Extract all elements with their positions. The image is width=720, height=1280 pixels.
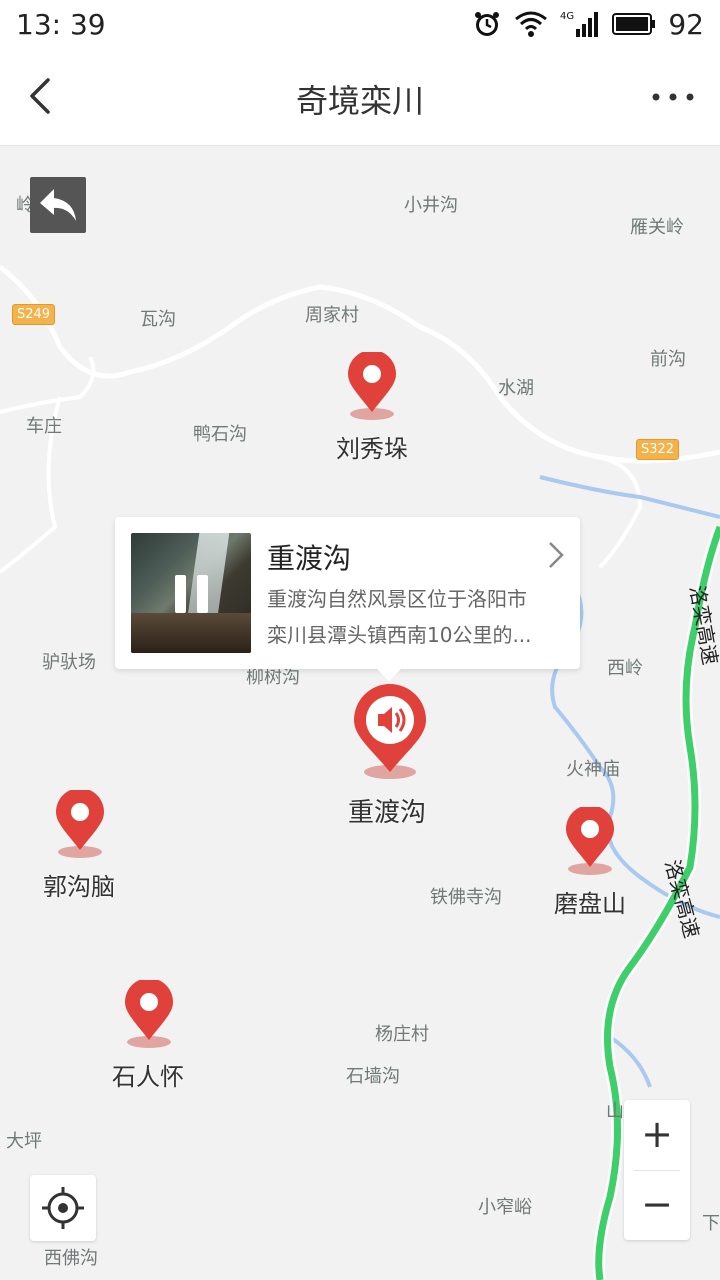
crosshair-icon <box>42 1187 84 1229</box>
zoom-in-button[interactable]: + <box>624 1100 690 1170</box>
signal-icon: 4G <box>560 11 599 37</box>
place-label: 水湖 <box>498 378 534 399</box>
place-label: 鸭石沟 <box>193 424 247 445</box>
status-time: 13: 39 <box>16 7 106 41</box>
zoom-control: + − <box>624 1100 690 1240</box>
place-label: 小窄峪 <box>478 1197 532 1218</box>
place-label: 西岭 <box>607 658 643 679</box>
pin-label[interactable]: 刘秀垛 <box>336 429 408 464</box>
map-pin-icon[interactable] <box>342 352 402 422</box>
road-badge: S249 <box>12 304 56 325</box>
title-bar: 奇境栾川 <box>0 48 720 146</box>
place-label: 西佛沟 <box>44 1248 98 1269</box>
place-label: 小井沟 <box>404 195 458 216</box>
place-label: 驴驮场 <box>42 652 96 673</box>
pin-label[interactable]: 石人怀 <box>112 1057 184 1092</box>
status-bar: 13: 39 4G 92 <box>0 0 720 48</box>
active-pin-label[interactable]: 重渡沟 <box>348 792 426 829</box>
poi-desc-line: 栾川县潭头镇西南10公里的... <box>267 623 532 647</box>
map-pin-icon[interactable] <box>50 790 110 860</box>
network-type: 4G <box>560 11 574 22</box>
status-icons: 4G 92 <box>472 8 704 41</box>
pin-label[interactable]: 磨盘山 <box>554 884 626 919</box>
place-label: 火神庙 <box>566 759 620 780</box>
place-label: 山 <box>606 1101 624 1122</box>
page-title: 奇境栾川 <box>295 82 424 120</box>
map-return-button[interactable] <box>30 177 86 233</box>
place-label: 石墙沟 <box>346 1066 400 1087</box>
poi-popup-card[interactable]: 重渡沟 重渡沟自然风景区位于洛阳市 栾川县潭头镇西南10公里的... <box>115 517 580 681</box>
poi-title: 重渡沟 <box>267 542 352 575</box>
place-label: 大坪 <box>6 1131 42 1152</box>
poi-description: 重渡沟自然风景区位于洛阳市 栾川县潭头镇西南10公里的... <box>267 581 567 653</box>
place-label: 前沟 <box>650 349 686 370</box>
alarm-icon <box>475 12 500 36</box>
active-pin-speaker-icon[interactable] <box>350 682 430 782</box>
chevron-right-icon[interactable] <box>548 541 564 569</box>
poi-desc-line: 重渡沟自然风景区位于洛阳市 <box>267 587 527 611</box>
place-label: 车庄 <box>26 416 62 437</box>
locate-button[interactable] <box>30 1175 96 1241</box>
place-label: 杨庄村 <box>375 1024 429 1045</box>
zoom-out-button[interactable]: − <box>624 1170 690 1240</box>
battery-icon <box>612 13 656 35</box>
battery-level: 92 <box>668 7 704 41</box>
wifi-icon <box>515 11 548 37</box>
more-icon[interactable] <box>648 82 698 112</box>
poi-thumbnail[interactable] <box>131 533 251 653</box>
map-view[interactable]: 洛栾高速 洛栾高速 岭 小井沟 雁关岭 瓦沟 周家村 前沟 水湖 车庄 鸭石沟 … <box>0 147 720 1280</box>
map-pin-icon[interactable] <box>119 980 179 1050</box>
place-label: 雁关岭 <box>630 217 684 238</box>
place-label: 铁佛寺沟 <box>430 887 502 908</box>
place-label: 周家村 <box>305 305 359 326</box>
place-label: 瓦沟 <box>140 309 176 330</box>
undo-arrow-icon <box>40 189 76 221</box>
road-badge: S322 <box>636 439 680 460</box>
pause-icon[interactable] <box>175 575 211 613</box>
pin-label[interactable]: 郭沟脑 <box>43 867 115 902</box>
map-pin-icon[interactable] <box>560 807 620 877</box>
place-label: 下 <box>702 1213 720 1234</box>
